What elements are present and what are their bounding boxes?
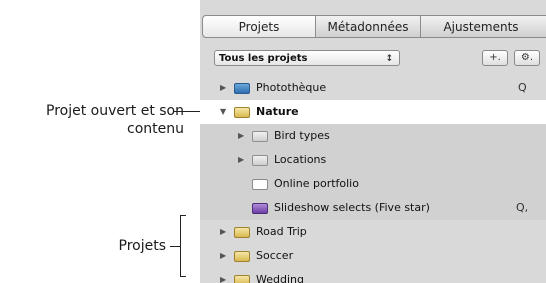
list-item-locations[interactable]: ▶ Locations	[200, 148, 546, 172]
disclosure-closed-icon[interactable]: ▶	[220, 268, 226, 283]
list-item-online-portfolio[interactable]: Online portfolio	[200, 172, 546, 196]
library-icon	[234, 83, 250, 94]
list-item-label: Slideshow selects (Five star)	[274, 201, 430, 214]
callout-projects-bracket	[180, 215, 181, 277]
tab-strip: Projets Métadonnées Ajustements	[202, 15, 546, 38]
select-arrows-icon: ↕	[385, 54, 393, 64]
search-icon[interactable]: Q,	[516, 196, 528, 220]
list-item-label: Bird types	[274, 129, 330, 142]
add-button[interactable]: +.	[482, 50, 508, 66]
project-filter-value: Tous les projets	[219, 53, 308, 64]
list-item-slideshow-selects[interactable]: Slideshow selects (Five star) Q,	[200, 196, 546, 220]
project-list: ▶ Photothèque Q ▼ Nature ▶ Bird types ▶ …	[200, 76, 546, 283]
disclosure-closed-icon[interactable]: ▶	[220, 244, 226, 268]
list-item-bird-types[interactable]: ▶ Bird types	[200, 124, 546, 148]
list-item-nature[interactable]: ▼ Nature	[200, 100, 546, 124]
project-icon	[234, 275, 250, 283]
action-gear-button[interactable]: ⚙.	[514, 50, 540, 66]
disclosure-closed-icon[interactable]: ▶	[220, 76, 226, 100]
tab-metadonnees[interactable]: Métadonnées	[316, 16, 421, 37]
list-item-label: Road Trip	[256, 225, 307, 238]
list-item-label: Online portfolio	[274, 177, 359, 190]
tab-ajustements-label: Ajustements	[443, 19, 519, 34]
callout-open-project-line2: contenu	[127, 121, 184, 137]
list-item-label: Photothèque	[256, 81, 327, 94]
disclosure-open-icon[interactable]: ▼	[220, 100, 226, 124]
list-item-road-trip[interactable]: ▶ Road Trip	[200, 220, 546, 244]
tab-ajustements[interactable]: Ajustements	[421, 16, 541, 37]
callout-projects-bracket-bottom	[180, 276, 186, 277]
project-icon	[234, 251, 250, 262]
callout-projects-leader	[170, 246, 180, 247]
disclosure-closed-icon[interactable]: ▶	[238, 124, 244, 148]
callout-open-project: Projet ouvert et son contenu	[8, 102, 184, 138]
project-icon	[234, 107, 250, 118]
tab-projets-label: Projets	[238, 19, 280, 34]
list-item-phototheque[interactable]: ▶ Photothèque Q	[200, 76, 546, 100]
folder-icon	[252, 155, 268, 166]
folder-icon	[252, 131, 268, 142]
list-item-label: Nature	[256, 105, 299, 118]
projects-panel: Projets Métadonnées Ajustements Tous les…	[200, 0, 546, 283]
tab-bar: Projets Métadonnées Ajustements	[200, 0, 546, 42]
disclosure-closed-icon[interactable]: ▶	[220, 220, 226, 244]
list-item-soccer[interactable]: ▶ Soccer	[200, 244, 546, 268]
list-item-wedding[interactable]: ▶ Wedding	[200, 268, 546, 283]
tab-projets[interactable]: Projets	[203, 16, 316, 37]
callout-projects: Projets	[118, 238, 167, 254]
toolbar: Tous les projets ↕ +. ⚙.	[200, 42, 546, 72]
list-item-label: Wedding	[256, 273, 304, 283]
disclosure-closed-icon[interactable]: ▶	[238, 148, 244, 172]
search-icon[interactable]: Q	[518, 76, 527, 100]
tab-metadonnees-label: Métadonnées	[327, 19, 409, 34]
list-item-label: Locations	[274, 153, 327, 166]
project-icon	[234, 227, 250, 238]
smart-album-icon	[252, 203, 268, 214]
project-filter-select[interactable]: Tous les projets ↕	[214, 50, 400, 66]
callout-projects-bracket-top	[180, 215, 186, 216]
list-item-label: Soccer	[256, 249, 294, 262]
callout-open-project-line1: Projet ouvert et son	[46, 103, 184, 119]
webpage-icon	[252, 179, 268, 190]
